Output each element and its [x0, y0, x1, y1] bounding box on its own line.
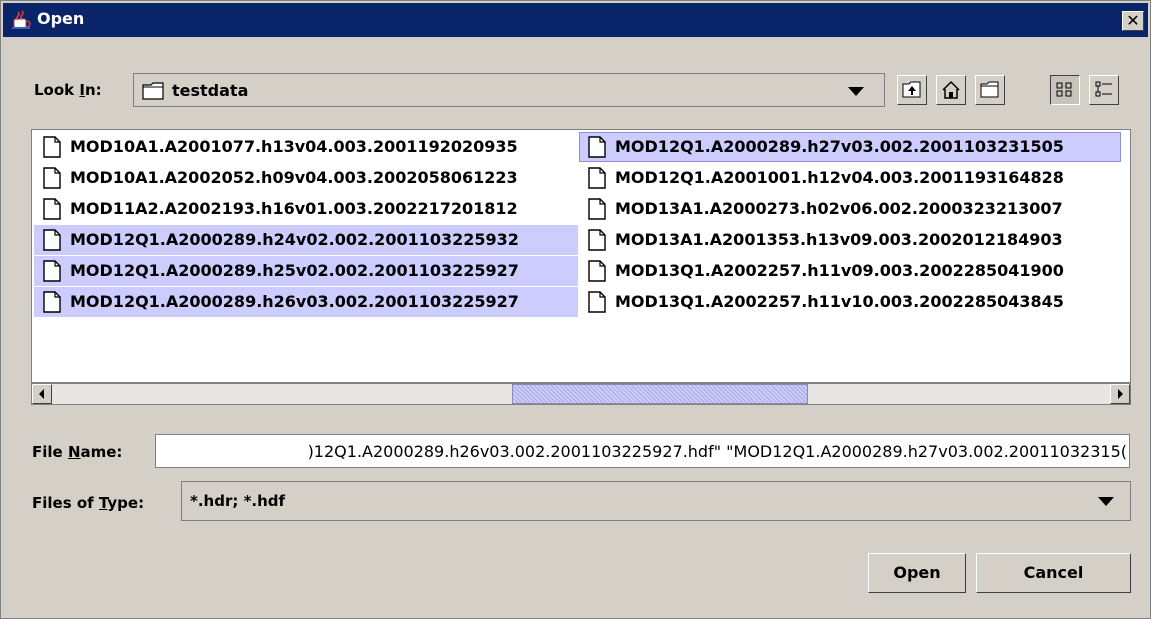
look-in-value: testdata: [172, 81, 249, 100]
close-button[interactable]: ✕: [1122, 11, 1144, 31]
list-item[interactable]: MOD12Q1.A2000289.h27v03.002.200110323150…: [579, 132, 1121, 162]
file-name-label: File Name:: [32, 443, 123, 461]
open-button[interactable]: Open: [868, 553, 966, 593]
title-bar[interactable]: Open ✕: [3, 3, 1148, 37]
document-icon: [43, 136, 61, 158]
list-item[interactable]: MOD12Q1.A2001001.h12v04.003.200119316482…: [579, 163, 1121, 193]
list-view-icon: [1056, 82, 1072, 97]
chevron-down-icon[interactable]: [1098, 497, 1114, 506]
details-view-button[interactable]: [1089, 75, 1119, 105]
list-item[interactable]: MOD11A2.A2002193.h16v01.003.200221720181…: [34, 194, 578, 224]
file-name-text: MOD12Q1.A2000289.h24v02.002.200110322593…: [70, 230, 519, 249]
list-item[interactable]: MOD10A1.A2001077.h13v04.003.200119202093…: [34, 132, 578, 162]
file-name-text: MOD12Q1.A2001001.h12v04.003.200119316482…: [615, 168, 1064, 187]
window-title: Open: [37, 9, 85, 28]
file-name-text: MOD10A1.A2002052.h09v04.003.200205806122…: [70, 168, 518, 187]
up-folder-icon: [902, 81, 921, 98]
file-name-value: )12Q1.A2000289.h26v03.002.2001103225927.…: [307, 442, 1127, 461]
folder-icon: [142, 82, 164, 100]
files-of-type-value: *.hdr; *.hdf: [190, 492, 286, 510]
cancel-button[interactable]: Cancel: [976, 553, 1131, 593]
home-icon: [942, 80, 960, 99]
files-of-type-combo[interactable]: *.hdr; *.hdf: [181, 481, 1131, 521]
home-button[interactable]: [936, 75, 966, 105]
document-icon: [588, 136, 606, 158]
close-icon: ✕: [1126, 11, 1140, 30]
horizontal-scrollbar[interactable]: [31, 383, 1131, 405]
file-name-text: MOD12Q1.A2000289.h25v02.002.200110322592…: [70, 261, 519, 280]
arrow-right-icon: [1118, 389, 1123, 399]
look-in-combo[interactable]: testdata: [133, 73, 885, 107]
document-icon: [43, 260, 61, 282]
new-folder-icon: [980, 81, 999, 98]
scroll-left-button[interactable]: [32, 384, 52, 404]
list-item[interactable]: MOD13Q1.A2002257.h11v10.003.200228504384…: [579, 287, 1121, 317]
list-item[interactable]: MOD12Q1.A2000289.h24v02.002.200110322593…: [34, 225, 578, 255]
document-icon: [588, 229, 606, 251]
scrollbar-thumb[interactable]: [512, 384, 808, 404]
up-one-level-button[interactable]: [897, 75, 927, 105]
scroll-right-button[interactable]: [1110, 384, 1130, 404]
chevron-down-icon[interactable]: [848, 87, 864, 96]
look-in-label: Look In:: [34, 81, 102, 99]
document-icon: [588, 198, 606, 220]
document-icon: [43, 198, 61, 220]
file-name-text: MOD12Q1.A2000289.h26v03.002.200110322592…: [70, 292, 519, 311]
arrow-left-icon: [39, 389, 44, 399]
new-folder-button[interactable]: [975, 75, 1005, 105]
document-icon: [588, 260, 606, 282]
list-item[interactable]: MOD13Q1.A2002257.h11v09.003.200228504190…: [579, 256, 1121, 286]
list-item[interactable]: MOD10A1.A2002052.h09v04.003.200205806122…: [34, 163, 578, 193]
document-icon: [43, 229, 61, 251]
open-dialog: Open ✕ Look In: testdata MOD10A1.A200107…: [0, 0, 1151, 619]
file-list[interactable]: MOD10A1.A2001077.h13v04.003.200119202093…: [31, 129, 1131, 383]
java-cup-icon: [12, 10, 31, 29]
list-view-button[interactable]: [1050, 75, 1080, 105]
file-name-text: MOD13Q1.A2002257.h11v10.003.200228504384…: [615, 292, 1064, 311]
file-name-text: MOD13Q1.A2002257.h11v09.003.200228504190…: [615, 261, 1064, 280]
document-icon: [43, 291, 61, 313]
list-item[interactable]: MOD13A1.A2000273.h02v06.002.200032321300…: [579, 194, 1121, 224]
details-view-icon: [1095, 81, 1112, 97]
list-item[interactable]: MOD12Q1.A2000289.h26v03.002.200110322592…: [34, 287, 578, 317]
file-name-text: MOD10A1.A2001077.h13v04.003.200119202093…: [70, 137, 518, 156]
files-of-type-label: Files of Type:: [32, 494, 145, 512]
document-icon: [588, 167, 606, 189]
list-item[interactable]: MOD12Q1.A2000289.h25v02.002.200110322592…: [34, 256, 578, 286]
file-name-text: MOD12Q1.A2000289.h27v03.002.200110323150…: [615, 137, 1064, 156]
list-item[interactable]: MOD13A1.A2001353.h13v09.003.200201218490…: [579, 225, 1121, 255]
file-name-text: MOD13A1.A2001353.h13v09.003.200201218490…: [615, 230, 1063, 249]
document-icon: [43, 167, 61, 189]
file-name-input[interactable]: )12Q1.A2000289.h26v03.002.2001103225927.…: [155, 434, 1130, 468]
file-name-text: MOD11A2.A2002193.h16v01.003.200221720181…: [70, 199, 518, 218]
file-name-text: MOD13A1.A2000273.h02v06.002.200032321300…: [615, 199, 1063, 218]
document-icon: [588, 291, 606, 313]
